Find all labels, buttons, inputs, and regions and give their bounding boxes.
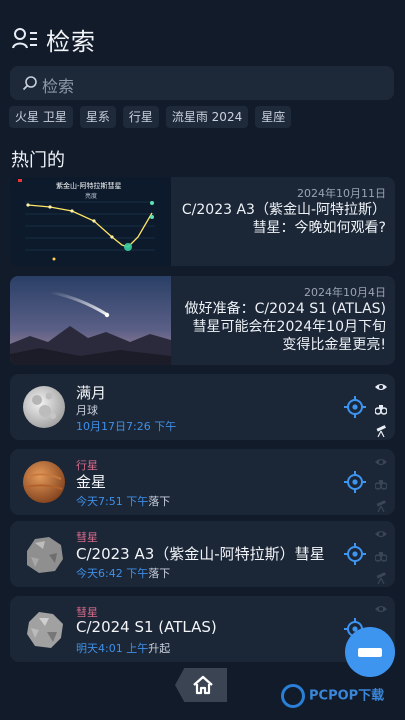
user-list-icon[interactable]	[12, 26, 38, 50]
chip-meteor-showers[interactable]: 流星雨 2024	[165, 106, 249, 128]
thumb-chart-subtitle: 亮度	[85, 193, 98, 200]
header: 检索	[0, 0, 405, 62]
object-time-row: 今天7:51 下午落下	[76, 493, 170, 509]
object-card-moon[interactable]: 满月 月球 10月17日7:26 下午	[10, 374, 395, 440]
comet-rock-image	[27, 537, 63, 573]
object-name: 满月	[76, 384, 107, 402]
object-time: 今天6:42 下午	[76, 567, 149, 580]
search-placeholder: 检索	[42, 77, 75, 96]
eye-icon	[375, 606, 387, 612]
object-card-comet-a3[interactable]: 彗星 C/2023 A3（紫金山-阿特拉斯）彗星 今天6:42 下午落下	[10, 521, 395, 587]
home-button[interactable]	[175, 668, 227, 702]
section-title: 热门的	[11, 150, 65, 171]
news-headline: C/2023 A3（紫金山-阿特拉斯）彗星：今晚如何观看?	[181, 202, 386, 236]
object-event: 落下	[148, 567, 171, 580]
news-thumbnail-chart: 紫金山-阿特拉斯彗星 亮度	[10, 177, 171, 266]
object-card-comet-s1[interactable]: 彗星 C/2024 S1 (ATLAS) 明天4:01 上午升起	[10, 596, 395, 662]
home-icon	[193, 675, 213, 695]
object-card-venus[interactable]: 行星 金星 今天7:51 下午落下	[10, 449, 395, 515]
watermark-text: PCPOP下载	[309, 688, 385, 704]
eye-icon	[375, 531, 387, 537]
object-time: 10月17日7:26 下午	[76, 420, 177, 433]
binoculars-icon	[374, 480, 388, 490]
floating-action-button[interactable]	[345, 627, 395, 677]
object-name: 金星	[76, 473, 107, 491]
chip-galaxies[interactable]: 星系	[79, 106, 116, 128]
news-date: 2024年10月4日	[304, 286, 386, 299]
moon-image	[23, 386, 65, 428]
eye-icon	[375, 459, 387, 465]
object-time-row: 明天4:01 上午升起	[76, 640, 170, 656]
object-time: 明天4:01 上午	[76, 642, 149, 655]
thumb-chart-title: 紫金山-阿特拉斯彗星	[56, 182, 122, 190]
chip-constellations[interactable]: 星座	[255, 106, 292, 128]
news-thumbnail-comet-photo	[10, 276, 171, 365]
visibility-indicators	[374, 456, 389, 522]
chip-mars-moons[interactable]: 火星 卫星	[9, 106, 73, 128]
crosshair-target-icon[interactable]	[344, 543, 366, 565]
visibility-indicators	[375, 603, 389, 625]
object-time-row: 今天6:42 下午落下	[76, 565, 170, 581]
watermark: PCPOP下载	[281, 684, 384, 708]
telescope-icon	[376, 500, 386, 513]
object-event: 落下	[148, 495, 171, 508]
eye-icon	[375, 384, 387, 390]
page-title: 检索	[46, 28, 96, 56]
binoculars-icon	[374, 552, 388, 562]
binoculars-icon	[374, 405, 388, 415]
news-card[interactable]: 2024年10月4日 做好准备：C/2024 S1 (ATLAS)彗星可能会在2…	[10, 276, 395, 365]
object-name: C/2023 A3（紫金山-阿特拉斯）彗星	[76, 545, 325, 563]
news-date: 2024年10月11日	[297, 187, 386, 200]
news-card[interactable]: 紫金山-阿特拉斯彗星 亮度 2024年10月11日 C/2023 A3（紫金山-…	[10, 177, 395, 266]
search-input[interactable]: 检索	[10, 66, 394, 100]
watermark-logo-icon	[281, 684, 305, 708]
venus-image	[23, 461, 65, 503]
visibility-indicators	[374, 381, 389, 447]
minus-icon	[358, 648, 382, 657]
object-type: 月球	[76, 404, 98, 417]
crosshair-target-icon[interactable]	[344, 471, 366, 493]
chip-planets[interactable]: 行星	[122, 106, 159, 128]
comet-rock-image	[27, 612, 63, 648]
object-name: C/2024 S1 (ATLAS)	[76, 618, 217, 636]
telescope-icon	[376, 425, 386, 438]
crosshair-target-icon[interactable]	[344, 396, 366, 418]
object-event: 升起	[148, 642, 171, 655]
news-headline: 做好准备：C/2024 S1 (ATLAS)彗星可能会在2024年10月下旬变得…	[184, 301, 386, 353]
search-icon	[22, 76, 37, 91]
visibility-indicators	[374, 528, 389, 594]
object-time: 今天7:51 下午	[76, 495, 149, 508]
telescope-icon	[376, 572, 386, 585]
filter-chips: 火星 卫星 星系 行星 流星雨 2024 星座	[9, 106, 292, 128]
